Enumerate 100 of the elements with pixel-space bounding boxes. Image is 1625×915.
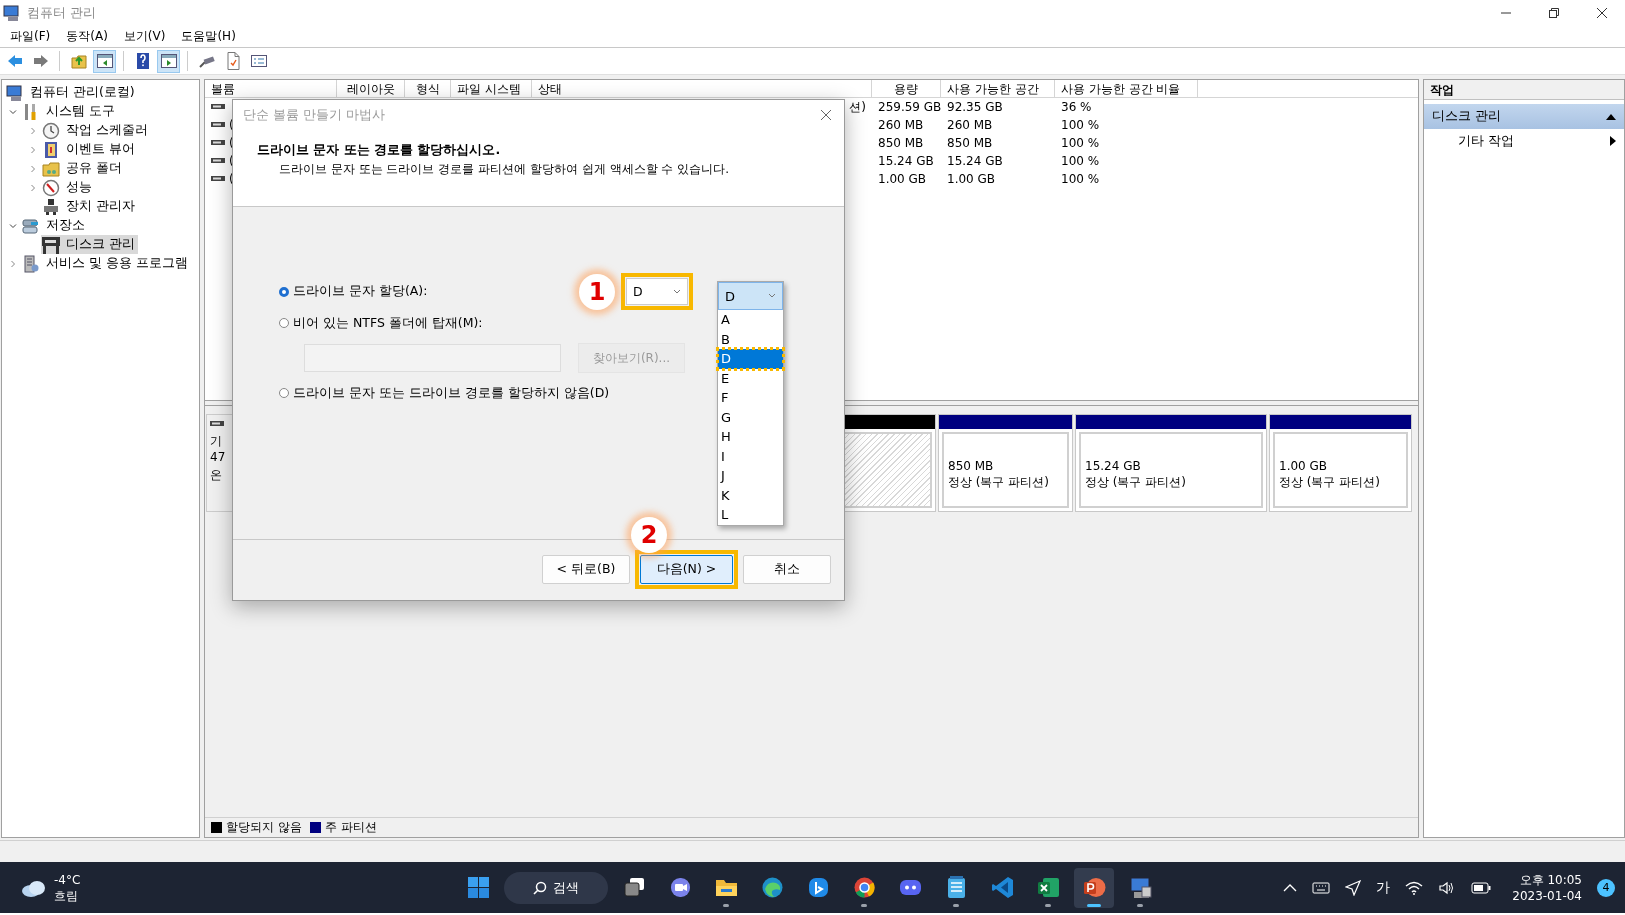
tree-item[interactable]: 컴퓨터 관리(로컬) [5,83,138,102]
search-icon [533,880,547,895]
forward-arrow-icon [31,52,50,70]
radio-button[interactable] [279,318,289,328]
tree-item[interactable]: 디스크 관리 [41,235,138,254]
wifi-icon[interactable] [1405,880,1424,895]
drive-icon [211,120,225,130]
table-cell: ( [229,136,234,150]
taskbar-button[interactable] [1074,867,1114,908]
table-cell-text: 15.24 GB [946,154,1004,168]
chevron-down-icon [768,293,776,299]
folder-icon [42,159,60,178]
drive-letter-select[interactable]: D [626,278,688,305]
drive-icon [210,419,224,429]
dropdown-option[interactable]: H [718,427,783,447]
column-header[interactable]: 사용 가능한 공간 [941,80,1055,98]
chevron-up-icon[interactable] [1283,882,1298,893]
input-method-indicator[interactable]: 가 [1376,878,1391,897]
dialog-button[interactable]: 취소 [743,554,831,584]
dropdown-option[interactable]: I [718,446,783,466]
panel-button[interactable] [157,49,180,73]
disk-label-text: 47 [210,450,227,466]
table-cell: ( [229,118,234,132]
actions-section[interactable]: 디스크 관리 [1424,104,1624,129]
dropdown-option[interactable]: G [718,407,783,427]
column-header[interactable]: 레이아웃 [337,80,405,98]
column-header[interactable]: 상태 [532,80,872,98]
tree-item[interactable]: 서비스 및 응용 프로그램 [21,254,191,273]
step-number-badge: 2 [631,517,667,553]
close-icon[interactable] [1596,6,1608,19]
table-cell-text: 92.35 GB [946,100,1004,114]
tree-item[interactable]: 작업 스케줄러 [41,121,151,140]
menu-item[interactable]: 보기(V) [116,25,173,47]
computer-icon [3,3,21,22]
partition-status: 정상 (복구 파티션) [948,474,1050,490]
dropdown-option[interactable]: D [718,349,783,369]
tree-item[interactable]: 성능 [41,178,95,197]
disk-drive-icon [42,235,60,254]
column-header[interactable]: 형식 [405,80,451,98]
column-header[interactable]: 볼륨 [205,80,337,98]
properties-icon [249,52,268,70]
search-button[interactable]: 검색 [504,871,608,904]
tree-item[interactable]: 시스템 도구 [21,102,118,121]
menu-item[interactable]: 파일(F) [3,25,58,47]
table-cell-text: 36 % [1060,100,1093,114]
partition[interactable]: 1.00 GB 정상 (복구 파티션) [1269,414,1412,512]
section-title: 디스크 관리 [1432,108,1501,125]
battery-icon[interactable] [1471,881,1492,894]
partition-status: 정상 (복구 파티션) [1279,474,1381,490]
column-header[interactable]: 용량 [872,80,941,98]
start-icon [465,875,491,900]
drive-icon [211,156,225,166]
dialog-description: 드라이브 문자 또는 드라이브 경로를 파티션에 할당하여 쉽게 액세스할 수 있습니다. [279,161,730,178]
dropdown-select[interactable]: D [718,282,783,310]
spreadsheet-icon [1035,875,1061,900]
table-cell-text: 260 MB [877,118,925,132]
submenu-triangle-icon [1610,136,1616,146]
tree-item[interactable]: 장치 관리자 [41,197,138,216]
action-item[interactable]: 기타 작업 [1424,129,1624,153]
tree-item[interactable]: 공유 폴더 [41,159,125,178]
dialog-title: 단순 볼륨 만들기 마법사 [243,106,385,124]
menu-item[interactable]: 도움말(H) [174,25,243,47]
column-header[interactable]: 사용 가능한 공간 비율 [1055,80,1198,98]
radio-button[interactable] [279,286,289,297]
clock[interactable]: 오후 10:05 2023-01-04 [1512,871,1582,904]
dropdown-option[interactable]: F [718,388,783,408]
collapse-triangle-icon [1606,112,1616,121]
action-label: 기타 작업 [1458,132,1514,150]
partition[interactable]: 15.24 GB 정상 (복구 파티션) [1075,414,1267,512]
dialog-button[interactable]: 다음(N) > [640,554,733,584]
dropdown-option[interactable]: J [718,466,783,486]
table-cell: ( [229,154,234,168]
table-cell-text: 1.00 GB [946,172,997,186]
dropdown-option[interactable]: A [718,310,783,330]
dropdown-option[interactable]: K [718,485,783,505]
gauge-icon [42,178,60,197]
keyboard-icon[interactable] [1312,880,1331,895]
close-icon[interactable] [820,109,832,121]
tree-item[interactable]: 저장소 [21,216,88,235]
window-title: 컴퓨터 관리 [27,3,98,22]
dropdown-option[interactable]: E [718,368,783,388]
notification-badge[interactable]: 4 [1597,878,1615,897]
table-cell-text: 100 % [1060,136,1101,150]
drive-icon [211,174,225,184]
menu-item[interactable]: 동작(A) [59,25,115,47]
actions-header: 작업 [1424,80,1624,100]
location-arrow-icon[interactable] [1345,879,1362,896]
table-cell-text: 259.59 GB [877,100,941,114]
dropdown-option[interactable]: B [718,329,783,349]
dropdown-option[interactable]: L [718,505,783,525]
disk-label-text: 기 [210,433,223,450]
partition[interactable]: 850 MB 정상 (복구 파티션) [938,414,1073,512]
restore-icon[interactable] [1548,6,1560,19]
computer-icon [6,83,24,102]
radio-button[interactable] [279,388,289,398]
partition-size: 15.24 GB [1085,458,1142,474]
column-header[interactable]: 파일 시스템 [451,80,532,98]
panel-button[interactable] [93,49,116,73]
tree-item[interactable]: 이벤트 뷰어 [41,140,138,159]
dialog-button[interactable]: < 뒤로(B) [542,554,630,584]
